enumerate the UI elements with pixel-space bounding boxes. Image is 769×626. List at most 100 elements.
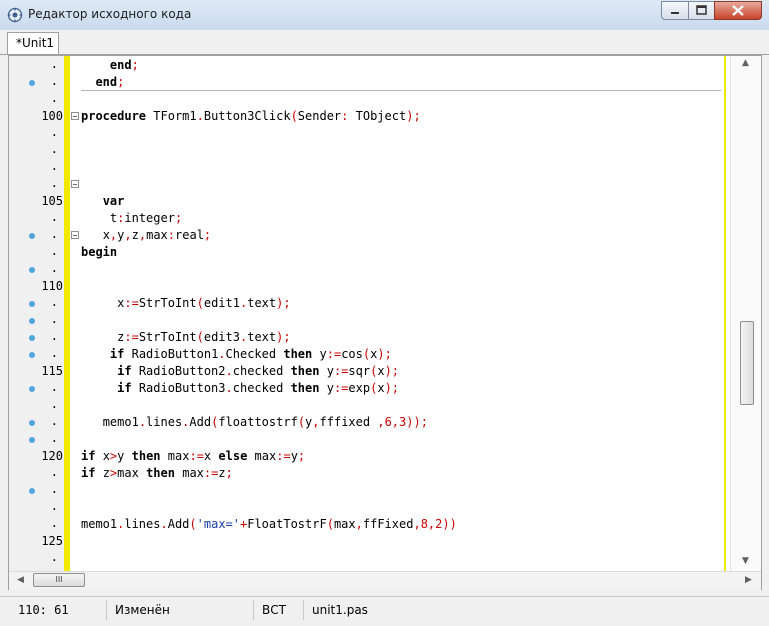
line-dot: . xyxy=(50,550,58,564)
horizontal-scroll-thumb[interactable]: III xyxy=(33,573,85,587)
code-editor[interactable]: ... 100.... 105.... 110.... 115.... 120.... 12… xyxy=(8,55,762,590)
cursor-position: 110: 61 xyxy=(10,600,107,620)
code-line[interactable]: x,y,z,max:real; xyxy=(81,227,211,244)
code-token: z xyxy=(218,466,226,480)
breakpoint-marker-icon[interactable] xyxy=(29,233,35,239)
horizontal-scrollbar[interactable]: ◀ III ▶ xyxy=(9,571,761,590)
gutter-line[interactable]: . xyxy=(9,414,64,431)
gutter-line[interactable]: . xyxy=(9,312,64,329)
breakpoint-marker-icon[interactable] xyxy=(29,267,35,273)
fold-toggle-icon[interactable] xyxy=(71,180,79,188)
close-button[interactable] xyxy=(714,1,762,20)
gutter-line[interactable]: . xyxy=(9,227,64,244)
code-token: ; xyxy=(413,109,421,123)
gutter-line[interactable]: . xyxy=(9,346,64,363)
code-line[interactable]: x:=StrToInt(edit1.text); xyxy=(81,295,290,312)
fold-toggle-icon[interactable] xyxy=(71,112,79,120)
code-token: ; xyxy=(117,75,125,89)
breakpoint-marker-icon[interactable] xyxy=(29,488,35,494)
gutter-line[interactable]: . xyxy=(9,210,64,227)
gutter-line[interactable]: . xyxy=(9,74,64,91)
code-line[interactable]: var xyxy=(81,193,125,210)
breakpoint-marker-icon[interactable] xyxy=(29,80,35,86)
code-line[interactable]: if RadioButton1.Checked then y:=cos(x); xyxy=(81,346,392,363)
line-dot: . xyxy=(50,431,58,445)
gutter-line[interactable]: . xyxy=(9,465,64,482)
code-token: : xyxy=(326,347,334,361)
gutter-line[interactable]: . xyxy=(9,159,64,176)
gutter-line[interactable]: . xyxy=(9,261,64,278)
code-line[interactable]: memo1.lines.Add('max='+FloatTostrF(max,f… xyxy=(81,516,457,533)
code-line[interactable]: memo1.lines.Add(floattostrf(y,fffixed ,6… xyxy=(81,414,428,431)
gutter-line[interactable]: . xyxy=(9,550,64,567)
code-line[interactable]: begin xyxy=(81,244,117,261)
gutter-line[interactable]: 105 xyxy=(9,193,64,210)
code-token: lines xyxy=(146,415,183,429)
tab-unit1[interactable]: *Unit1 xyxy=(7,32,59,54)
line-dot: . xyxy=(50,482,58,496)
code-token: memo1 xyxy=(102,415,139,429)
minimize-button[interactable] xyxy=(661,1,689,20)
code-line[interactable]: if x>y then max:=x else max:=y; xyxy=(81,448,305,465)
keyword-token: if xyxy=(117,381,132,395)
scroll-down-icon[interactable]: ▼ xyxy=(742,556,749,566)
code-token: : xyxy=(189,449,197,463)
vertical-scrollbar[interactable]: ▲ ▼ xyxy=(730,56,761,571)
scroll-left-icon[interactable]: ◀ xyxy=(17,575,24,585)
gutter-line[interactable]: 125 xyxy=(9,533,64,550)
gutter-line[interactable]: . xyxy=(9,431,64,448)
gutter-line[interactable]: . xyxy=(9,295,64,312)
code-line[interactable]: t:integer; xyxy=(81,210,182,227)
gutter-line[interactable]: . xyxy=(9,499,64,516)
gutter-line[interactable]: 100 xyxy=(9,108,64,125)
gutter-line[interactable]: . xyxy=(9,176,64,193)
code-token: edit3 xyxy=(203,330,240,344)
gutter-line[interactable]: 115 xyxy=(9,363,64,380)
gutter-line[interactable]: . xyxy=(9,329,64,346)
gutter-line[interactable]: . xyxy=(9,57,64,74)
line-dot: . xyxy=(50,329,58,343)
code-token: FloatTostrF xyxy=(247,517,327,531)
breakpoint-marker-icon[interactable] xyxy=(29,437,35,443)
line-number: 100 xyxy=(41,109,63,123)
code-area[interactable]: end; end; procedure TForm1.Button3Click(S… xyxy=(81,56,721,571)
code-line[interactable]: if z>max then max:=z; xyxy=(81,465,233,482)
gutter-line[interactable]: 110 xyxy=(9,278,64,295)
gutter-line[interactable]: . xyxy=(9,397,64,414)
vertical-scroll-thumb[interactable] xyxy=(740,321,754,405)
scroll-up-icon[interactable]: ▲ xyxy=(742,58,749,68)
code-token: = xyxy=(131,330,139,344)
line-number-gutter[interactable]: ... 100.... 105.... 110.... 115.... 120.... 12… xyxy=(9,56,64,571)
gutter-line[interactable]: . xyxy=(9,142,64,159)
code-line[interactable]: end; xyxy=(81,74,124,91)
breakpoint-marker-icon[interactable] xyxy=(29,318,35,324)
gutter-line[interactable]: . xyxy=(9,125,64,142)
code-token: y xyxy=(326,364,334,378)
title-bar[interactable]: Редактор исходного кода xyxy=(0,0,769,31)
gutter-line[interactable]: . xyxy=(9,244,64,261)
code-line[interactable]: if RadioButton3.checked then y:=exp(x); xyxy=(81,380,399,397)
code-line[interactable]: if RadioButton2.checked then y:=sqr(x); xyxy=(81,363,399,380)
breakpoint-marker-icon[interactable] xyxy=(29,420,35,426)
line-dot: . xyxy=(50,91,58,105)
fold-toggle-icon[interactable] xyxy=(71,231,79,239)
gutter-line[interactable]: . xyxy=(9,482,64,499)
gutter-line[interactable]: . xyxy=(9,91,64,108)
code-token: ; xyxy=(420,415,428,429)
scroll-right-icon[interactable]: ▶ xyxy=(745,575,752,585)
breakpoint-marker-icon[interactable] xyxy=(29,301,35,307)
code-line[interactable]: z:=StrToInt(edit3.text); xyxy=(81,329,290,346)
code-token: ; xyxy=(174,211,183,225)
gutter-line[interactable]: . xyxy=(9,516,64,533)
breakpoint-marker-icon[interactable] xyxy=(29,352,35,358)
gutter-line[interactable]: 120 xyxy=(9,448,64,465)
breakpoint-marker-icon[interactable] xyxy=(29,386,35,392)
code-token: , xyxy=(391,415,400,429)
breakpoint-marker-icon[interactable] xyxy=(29,335,35,341)
gutter-line[interactable]: . xyxy=(9,380,64,397)
code-token: exp xyxy=(348,381,371,395)
code-line[interactable]: end; xyxy=(81,57,139,74)
code-line[interactable]: procedure TForm1.Button3Click(Sender: TO… xyxy=(81,108,421,125)
maximize-button[interactable] xyxy=(688,1,715,20)
